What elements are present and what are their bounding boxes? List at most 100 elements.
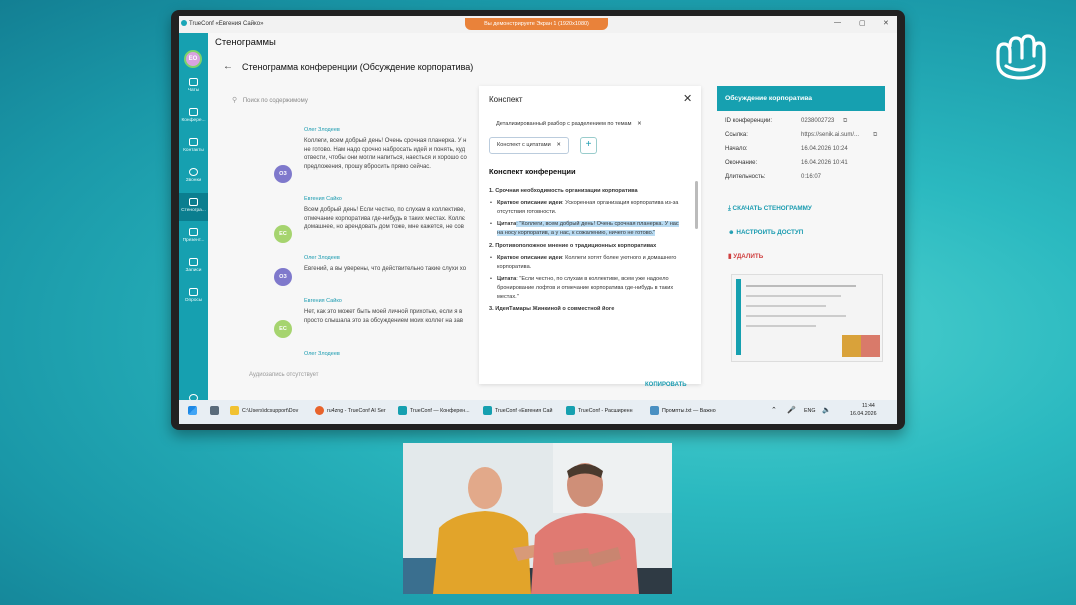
copy-icon[interactable]: ⧉ (843, 118, 847, 125)
search-input[interactable]: ⚲ Поиск по содержимому (232, 96, 472, 110)
configure-access-button[interactable]: ☻ НАСТРОИТЬ ДОСТУП (728, 229, 803, 236)
info-value: 16.04.2026 10:24 (801, 146, 848, 152)
nav-label: Контакты (183, 148, 204, 153)
scrollbar[interactable] (695, 181, 698, 229)
back-arrow-icon[interactable]: ← (223, 61, 233, 72)
chat-icon (189, 78, 198, 86)
info-row-duration: Длительность: 0:16:07 (725, 174, 885, 180)
chip-detailed-summary[interactable]: Детализированный разбор с разделением по… (489, 117, 649, 132)
download-icon: ⤓ (728, 205, 731, 212)
taskbar-item-trueconf-user[interactable]: TrueConf «Евгения Сай (495, 408, 552, 414)
clock-time[interactable]: 11:44 (862, 403, 875, 409)
info-label: Окончание: (725, 160, 758, 166)
thumbnail-line (746, 285, 856, 287)
button-label: УДАЛИТЬ (733, 253, 764, 260)
microphone-icon[interactable]: 🎤 (787, 406, 796, 414)
chevron-up-icon[interactable]: ⌃ (771, 406, 777, 414)
recording-thumbnail[interactable] (731, 274, 883, 362)
avatar: ОЗ (274, 268, 292, 286)
chip-quote-summary[interactable]: Конспект с цитатами ✕ (489, 137, 570, 154)
window-title: TrueConf «Евгения Сайко» (189, 21, 264, 27)
trueconf-icon[interactable] (398, 406, 407, 415)
folder-icon[interactable] (230, 406, 239, 415)
nav-presentations[interactable]: Презент... (179, 223, 208, 251)
app-screen: TrueConf «Евгения Сайко» Вы демонстрируе… (179, 16, 897, 424)
nav-label: Чаты (187, 88, 200, 93)
clock-date[interactable]: 16.04.2026 (850, 411, 877, 417)
search-placeholder: Поиск по содержимому (242, 98, 308, 104)
task-view-icon[interactable] (210, 406, 219, 415)
nav-calls[interactable]: Звонки (179, 163, 208, 191)
close-icon[interactable]: ✕ (683, 92, 692, 105)
user-avatar[interactable]: ЕО (184, 50, 202, 68)
chip-label: Конспект с цитатами (497, 142, 551, 148)
bullet-text: : "Если честно, по слухам в коллективе, … (497, 276, 674, 300)
nav-contacts[interactable]: Контакты (179, 133, 208, 161)
nav-label: Конфере... (181, 118, 206, 123)
copy-button[interactable]: КОПИРОВАТЬ (645, 382, 687, 388)
info-label: Начало: (725, 146, 748, 152)
summary-bullet: Краткое описание идеи: Ускоренная органи… (489, 199, 682, 216)
taskbar-item-trueconf-conf[interactable]: TrueConf — Конферен... (410, 408, 470, 414)
delete-button[interactable]: ▮ УДАЛИТЬ (728, 253, 763, 260)
nav-transcripts[interactable]: Стеногра... (179, 193, 208, 221)
presenters-photo (403, 443, 672, 594)
taskbar-item-explorer[interactable]: C:\Users\dcsupport\Dov (242, 408, 298, 414)
summary-section-title: 2. Противоположное мнение о традиционных… (489, 242, 657, 249)
windows-start-icon[interactable] (188, 406, 197, 415)
summary-panel: Конспект ✕ Детализированный разбор с раз… (479, 86, 701, 388)
avatar: ЕС (274, 225, 292, 243)
notepad-icon[interactable] (650, 406, 659, 415)
copy-icon[interactable]: ⧉ (873, 132, 877, 139)
message-line: отмечание корпоратива где-нибудь в таких… (304, 215, 465, 222)
panel-title: Конспект (489, 95, 523, 104)
conference-title: Обсуждение корпоратива (717, 86, 885, 111)
message-text: Коллеги, всем добрый день! Очень срочная… (304, 137, 494, 171)
audio-missing-note: Аудиозапись отсутствует (249, 372, 319, 378)
volume-icon[interactable]: 🔈 (822, 406, 831, 414)
summary-section-title: 1. Срочная необходимость организации кор… (489, 187, 638, 194)
summary-content: Конспект конференции 1. Срочная необходи… (489, 168, 682, 368)
window-titlebar: TrueConf «Евгения Сайко» Вы демонстрируе… (179, 16, 897, 33)
chip-close-icon[interactable]: ✕ (637, 121, 642, 127)
contacts-icon (189, 138, 198, 146)
bullet-label: Цитата (497, 276, 517, 283)
brand-logo-icon (996, 34, 1046, 80)
message-line: Коллеги, всем добрый день! Очень срочная… (304, 138, 467, 144)
screen-share-notice[interactable]: Вы демонстрируете Экран 1 (1920x1080) (465, 18, 608, 30)
bullet-label: Краткое описание идеи (497, 255, 563, 262)
language-indicator[interactable]: ENG (804, 408, 815, 414)
app-logo-icon (181, 20, 187, 26)
add-summary-button[interactable]: + (580, 137, 597, 154)
close-window-icon[interactable]: ✕ (883, 19, 889, 27)
download-transcript-button[interactable]: ⤓ СКАЧАТЬ СТЕНОГРАММУ (728, 205, 812, 213)
message-line: просто слышала это за обсуждением моих к… (304, 317, 464, 324)
transcript-title: Стенограмма конференции (Обсуждение корп… (242, 62, 474, 72)
taskbar-item-notepad[interactable]: Промпты.txt — Важно (662, 408, 716, 414)
nav-recordings[interactable]: Записи (179, 253, 208, 281)
maximize-icon[interactable]: ▢ (859, 19, 866, 27)
taskbar-item-trueconf-ext[interactable]: TrueConf - Расширенн (578, 408, 633, 414)
minimize-icon[interactable]: — (834, 19, 841, 26)
message-line: Евгений, а вы уверены, что действительно… (304, 266, 467, 272)
nav-conferences[interactable]: Конфере... (179, 103, 208, 131)
firefox-icon[interactable] (315, 406, 324, 415)
taskbar-item-browser[interactable]: ru4zng - TrueConf AI Ser (327, 408, 386, 414)
nav-chats[interactable]: Чаты (179, 73, 208, 101)
message-author: Олег Злодеев (304, 351, 340, 357)
trueconf-icon[interactable] (483, 406, 492, 415)
bullet-label: Краткое описание идеи (497, 200, 563, 207)
thumbnail-camera (842, 335, 880, 357)
chip-close-icon[interactable]: ✕ (556, 142, 561, 148)
avatar: ОЗ (274, 165, 292, 183)
summary-bullet: Цитата: "Коллеги, всем добрый день! Очен… (489, 220, 682, 237)
poll-icon (189, 288, 198, 296)
nav-polls[interactable]: Опросы (179, 283, 208, 311)
highlighted-quote[interactable]: : "Коллеги, всем добрый день! Очень сроч… (497, 221, 679, 236)
recording-icon (189, 258, 198, 266)
taskbar: C:\Users\dcsupport\Dov ru4zng - TrueConf… (179, 400, 897, 424)
summary-bullet: Цитата: "Если честно, по слухам в коллек… (489, 275, 682, 301)
trueconf-icon[interactable] (566, 406, 575, 415)
presentation-icon (189, 228, 198, 236)
info-row-link: Ссылка: https://senik.ai.sum/... ⧉ (725, 132, 885, 138)
